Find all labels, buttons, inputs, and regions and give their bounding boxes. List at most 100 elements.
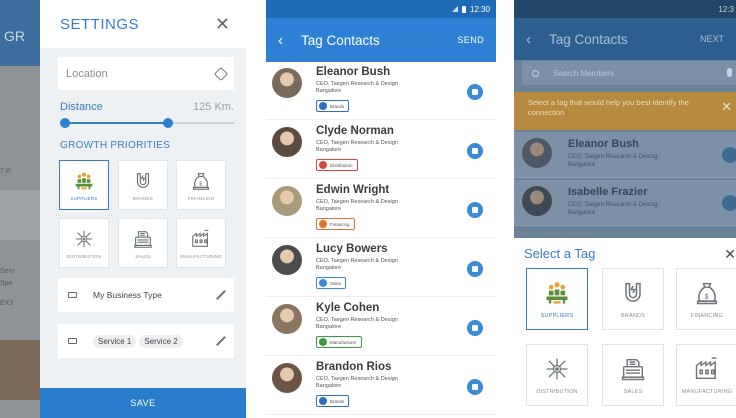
- sales-icon: [619, 355, 647, 383]
- tag-button[interactable]: [467, 379, 483, 395]
- tag-tile-suppliers[interactable]: SUPPLIERS: [526, 268, 588, 330]
- contact-name: Eleanor Bush: [316, 66, 391, 78]
- contact-details: CEO, Taegen Research & Desing Bangalore: [568, 201, 657, 217]
- background-card: [0, 340, 40, 400]
- tile-label: SALES: [135, 253, 151, 259]
- location-field[interactable]: Location: [58, 57, 234, 90]
- distance-slider[interactable]: [60, 118, 234, 128]
- sales-icon: [132, 228, 154, 250]
- distance-row: Distance 125 Km.: [60, 101, 234, 113]
- next-button[interactable]: NEXT: [700, 34, 724, 44]
- contact-row[interactable]: Eleanor Bush CEO, Taegen Research & Desi…: [266, 62, 496, 120]
- tag-tile-brands[interactable]: BRANDS: [118, 160, 168, 210]
- contact-city: Bangalore: [316, 265, 342, 271]
- avatar: [522, 138, 552, 168]
- slider-min-handle[interactable]: [60, 118, 70, 128]
- back-icon[interactable]: ‹: [278, 32, 283, 49]
- settings-header: SETTINGS ✕: [40, 0, 246, 48]
- contact-tag-badge: Brands: [316, 100, 350, 112]
- contact-row[interactable]: Lucy Bowers CEO, Taegen Research & Desig…: [266, 239, 496, 297]
- slider-max-handle[interactable]: [162, 118, 173, 128]
- contact-name: Lucy Bowers: [316, 243, 388, 255]
- tag-icon: [319, 161, 327, 169]
- tile-label: SALES: [623, 389, 643, 395]
- app-bar: ‹ Tag Contacts SEND: [266, 18, 496, 62]
- contact-tag-badge: Financing: [316, 218, 355, 230]
- brands-icon: [619, 279, 647, 307]
- background-text: 7 R: [0, 168, 11, 175]
- sheet-title: Select a Tag: [524, 246, 596, 261]
- tag-button[interactable]: [467, 84, 483, 100]
- page-title: Tag Contacts: [301, 32, 380, 48]
- contact-name: Edwin Wright: [316, 184, 390, 196]
- business-type-value: My Business Type: [93, 290, 162, 300]
- search-bar[interactable]: Search Members: [522, 61, 736, 85]
- avatar: [272, 304, 302, 334]
- brands-icon: [132, 170, 154, 192]
- location-placeholder: Location: [66, 67, 108, 80]
- tag-contacts-screen: 12:30 ‹ Tag Contacts SEND Eleanor Bush C…: [266, 0, 496, 418]
- tag-button[interactable]: [467, 320, 483, 336]
- signal-icon: [451, 6, 458, 12]
- contact-name: Kyle Cohen: [316, 302, 380, 314]
- briefcase-icon: [68, 292, 77, 298]
- svg-text:$: $: [199, 181, 202, 187]
- tag-tile-manufacturing[interactable]: MANUFACTURING: [176, 218, 226, 268]
- hint-text: Select a tag that would help you best id…: [528, 98, 689, 117]
- tag-tile-distribution[interactable]: DISTRIBUTION: [526, 344, 588, 406]
- tag-button[interactable]: [467, 202, 483, 218]
- contact-name: Eleanor Bush: [568, 138, 639, 150]
- contact-row[interactable]: Edwin Wright CEO, Taegen Research & Desi…: [266, 180, 496, 238]
- tile-label: DISTRIBUTION: [66, 253, 102, 259]
- tag-label: Brands: [330, 398, 345, 404]
- tag-tile-sales[interactable]: SALES: [602, 344, 664, 406]
- contact-details: CEO, Taegen Research & Design Bangalore: [316, 81, 446, 95]
- tag-tile-financing[interactable]: $ FINANCING: [676, 268, 736, 330]
- tag-tile-sales[interactable]: SALES: [118, 218, 168, 268]
- contact-row: Isabelle Frazier CEO, Taegen Research & …: [514, 180, 736, 226]
- tag-tile-manufacturing[interactable]: MANUFACTURING: [676, 344, 736, 406]
- business-type-field[interactable]: My Business Type: [58, 278, 234, 312]
- tag-icon: [319, 220, 327, 228]
- tag-tile-brands[interactable]: BRANDS: [602, 268, 664, 330]
- search-input[interactable]: Search Members: [553, 69, 614, 78]
- close-icon[interactable]: ✕: [215, 14, 230, 35]
- contact-row[interactable]: Kyle Cohen CEO, Taegen Research & Design…: [266, 298, 496, 356]
- services-field[interactable]: Service 1 Service 2: [58, 324, 234, 358]
- background-title: GR: [4, 28, 25, 44]
- contact-row[interactable]: Clyde Norman CEO, Taegen Research & Desi…: [266, 121, 496, 179]
- service-chip[interactable]: Service 1: [93, 334, 137, 348]
- tag-label: Sales: [330, 280, 342, 286]
- contact-row[interactable]: Brandon Rios CEO, Taegen Research & Desi…: [266, 357, 496, 415]
- tile-label: MANUFACTURING: [681, 389, 733, 395]
- close-icon[interactable]: ✕: [721, 100, 732, 113]
- suppliers-icon: [543, 279, 571, 307]
- tag-label: Brands: [330, 103, 345, 109]
- tile-label: BRANDS: [620, 313, 646, 319]
- tag-tile-distribution[interactable]: DISTRIBUTION: [59, 218, 109, 268]
- edit-icon[interactable]: [216, 290, 226, 300]
- background-text: EX3: [0, 300, 14, 307]
- send-button[interactable]: SEND: [457, 35, 484, 45]
- tag-button[interactable]: [467, 143, 483, 159]
- contact-role: CEO, Taegen Research & Desing: [568, 202, 658, 208]
- app-bar: ‹ Tag Contacts NEXT: [514, 18, 736, 60]
- contact-details: CEO, Taegen Research & Design Bangalore: [316, 140, 446, 154]
- contact-details: CEO, Taegen Research & Design Bangalore: [316, 376, 446, 390]
- close-icon[interactable]: ✕: [724, 246, 736, 263]
- tag-button[interactable]: [467, 261, 483, 277]
- save-button[interactable]: SAVE: [40, 388, 246, 418]
- settings-screen: GR 7 R Serv Spe EX3 SETTINGS ✕ Location …: [0, 0, 246, 418]
- mic-icon[interactable]: [727, 68, 732, 77]
- tag-tile-financing[interactable]: $ FINANCING: [176, 160, 226, 210]
- contact-tag-badge: Manufacturer: [316, 336, 362, 348]
- edit-icon[interactable]: [216, 336, 226, 346]
- location-icon[interactable]: [213, 66, 229, 81]
- growth-priorities-title: GROWTH PRIORITIES: [60, 140, 171, 151]
- tag-button: [722, 147, 736, 163]
- tag-tile-suppliers[interactable]: SUPPLIERS: [59, 160, 109, 210]
- back-icon[interactable]: ‹: [526, 31, 531, 48]
- service-chip[interactable]: Service 2: [139, 334, 183, 348]
- tile-label: SUPPLIERS: [70, 195, 98, 201]
- contact-city: Bangalore: [316, 147, 342, 153]
